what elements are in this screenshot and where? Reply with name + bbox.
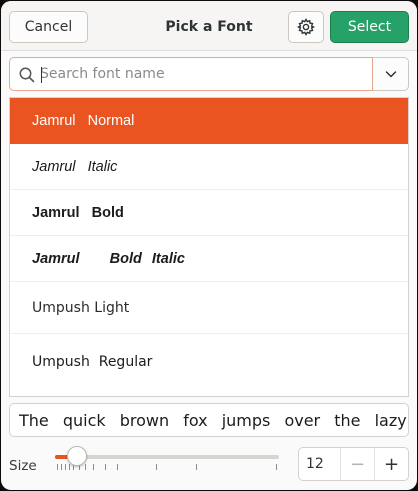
font-face-name: Light	[94, 299, 130, 316]
size-spinbutton: − +	[298, 447, 409, 481]
select-button[interactable]: Select	[330, 11, 409, 43]
font-face-name: Regular	[98, 354, 153, 370]
search-icon	[19, 67, 35, 83]
font-face-name: Normal	[87, 113, 135, 129]
font-list-item[interactable]: Jamrul Normal	[10, 98, 408, 144]
slider-track	[55, 455, 279, 459]
slider-tick	[276, 464, 277, 470]
header-bar: Cancel Pick a Font Select	[1, 1, 417, 51]
font-list: Jamrul Normal Jamrul Italic Jamrul Bold …	[9, 97, 409, 397]
font-list-item[interactable]: Jamrul Bold Italic	[10, 236, 408, 282]
search-row	[9, 57, 409, 91]
slider-tick	[65, 464, 66, 470]
font-list-item[interactable]: Jamrul Bold	[10, 190, 408, 236]
search-input[interactable]	[40, 63, 366, 85]
font-face-name: Bold	[91, 204, 124, 221]
font-family-name: Jamrul	[32, 204, 80, 221]
increase-size-button[interactable]: +	[374, 448, 408, 480]
slider-tick	[57, 464, 58, 470]
font-family-name: Jamrul	[32, 158, 76, 175]
gear-icon	[297, 18, 315, 36]
size-label: Size	[9, 458, 37, 474]
font-family-name: Jamrul	[32, 113, 76, 129]
slider-tick	[105, 464, 106, 470]
chevron-down-icon	[385, 71, 396, 78]
font-chooser-dialog: Cancel Pick a Font Select Search font na…	[1, 1, 417, 490]
slider-tick	[61, 464, 62, 470]
decrease-size-button[interactable]: −	[340, 448, 374, 480]
slider-tick	[93, 464, 94, 470]
font-list-item[interactable]: Umpush Light	[10, 282, 408, 334]
slider-tick	[69, 464, 70, 470]
font-preview-entry[interactable]: The quick brown fox jumps over the lazy	[9, 403, 409, 437]
font-family-name: Umpush	[32, 299, 90, 316]
font-family-name: Jamrul	[32, 250, 80, 267]
search-field[interactable]	[9, 57, 373, 91]
slider-tick	[85, 464, 86, 470]
settings-button[interactable]	[288, 11, 324, 43]
font-list-item[interactable]: Umpush Regular	[10, 334, 408, 390]
dialog-title: Pick a Font	[165, 19, 253, 35]
slider-handle[interactable]	[66, 446, 87, 466]
size-slider[interactable]	[55, 445, 281, 485]
font-face-name: Bold Italic	[109, 250, 185, 267]
size-row: Size − +	[1, 445, 417, 485]
font-face-name: Italic	[87, 158, 118, 175]
slider-tick	[196, 464, 197, 470]
text-cursor	[41, 67, 42, 83]
font-family-name: Umpush	[32, 354, 90, 370]
cancel-button[interactable]: Cancel	[9, 11, 88, 43]
font-list-item[interactable]: Jamrul Italic	[10, 144, 408, 190]
slider-tick	[156, 464, 157, 470]
filter-dropdown-button[interactable]	[373, 57, 409, 91]
size-value-input[interactable]	[299, 448, 340, 480]
slider-tick	[117, 464, 118, 470]
